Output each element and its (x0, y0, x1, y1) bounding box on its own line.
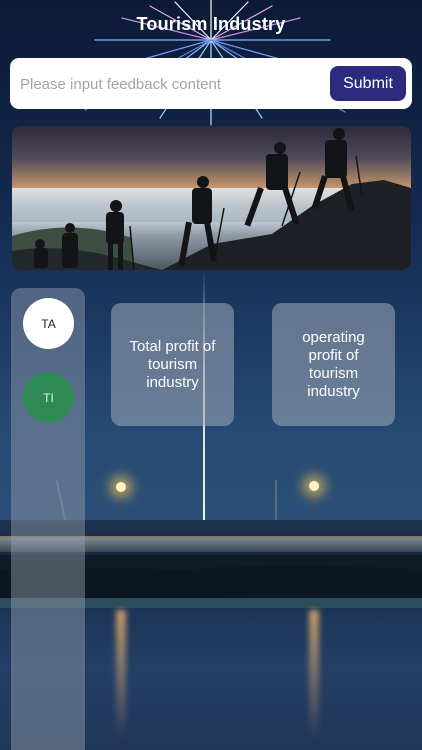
light-reflection (116, 610, 126, 740)
street-lamp (309, 481, 319, 491)
feedback-bar: Submit (10, 58, 412, 109)
card-label: Total profit of tourism industry (129, 337, 216, 391)
card-total-profit[interactable]: Total profit of tourism industry (111, 303, 234, 426)
tab-ta[interactable]: TA (23, 298, 74, 349)
feedback-input[interactable] (18, 68, 322, 100)
hikers-silhouette-image (12, 128, 411, 270)
page-title: Tourism Industry (136, 14, 286, 34)
light-reflection (309, 610, 319, 740)
tab-ti[interactable]: TI (23, 372, 74, 423)
banner-image (12, 126, 411, 270)
card-label: operating profit of tourism industry (302, 328, 365, 400)
submit-button[interactable]: Submit (330, 66, 406, 101)
card-operating-profit[interactable]: operating profit of tourism industry (272, 303, 395, 426)
side-tab-bar: TA TI (11, 288, 85, 750)
street-lamp (116, 482, 126, 492)
